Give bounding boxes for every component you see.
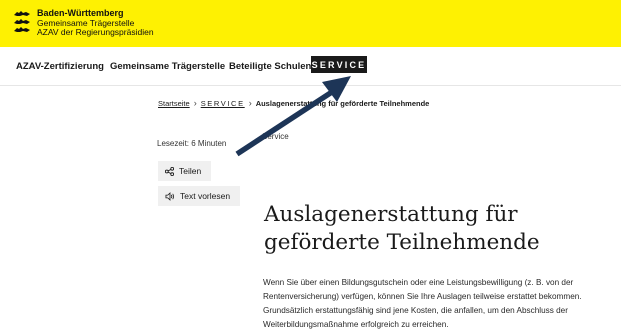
breadcrumb-separator: › bbox=[248, 98, 252, 108]
share-icon bbox=[165, 166, 174, 176]
share-label: Teilen bbox=[179, 166, 202, 176]
nav-item-service[interactable]: SERVICE bbox=[311, 56, 367, 73]
nav-item-beteiligte-schulen[interactable]: Beteiligte Schulen bbox=[229, 61, 311, 72]
page-title: Auslagenerstattung für geförderte Teilne… bbox=[264, 202, 540, 255]
brand-bar: Baden-Württemberg Gemeinsame Trägerstell… bbox=[0, 0, 621, 47]
breadcrumb: Startseite › SERVICE › Auslagenerstattun… bbox=[158, 98, 429, 108]
intro-paragraph: Wenn Sie über einen Bildungsgutschein od… bbox=[263, 278, 582, 329]
category-label: Service bbox=[262, 132, 289, 141]
breadcrumb-service[interactable]: SERVICE bbox=[201, 99, 245, 108]
reading-time: Lesezeit: 6 Minuten bbox=[157, 139, 227, 148]
speaker-icon bbox=[165, 191, 174, 201]
main-nav: AZAV-Zertifizierung Gemeinsame Trägerste… bbox=[0, 47, 621, 86]
nav-item-gemeinsame-traegerstelle[interactable]: Gemeinsame Trägerstelle bbox=[110, 61, 225, 72]
share-button[interactable]: Teilen bbox=[158, 161, 211, 181]
breadcrumb-current: Auslagenerstattung für geförderte Teilne… bbox=[255, 98, 430, 108]
nav-item-azav-zertifizierung[interactable]: AZAV-Zertifizierung bbox=[16, 61, 104, 72]
breadcrumb-separator: › bbox=[193, 98, 197, 108]
read-aloud-button[interactable]: Text vorlesen bbox=[158, 186, 240, 206]
brand-logo[interactable]: Baden-Württemberg Gemeinsame Trägerstell… bbox=[13, 8, 154, 38]
lions-coat-of-arms-icon bbox=[13, 10, 31, 33]
breadcrumb-home[interactable]: Startseite bbox=[158, 99, 190, 108]
read-aloud-label: Text vorlesen bbox=[180, 191, 231, 201]
brand-text: Baden-Württemberg Gemeinsame Trägerstell… bbox=[37, 8, 154, 38]
brand-sub: AZAV der Regierungspräsidien bbox=[37, 27, 154, 37]
